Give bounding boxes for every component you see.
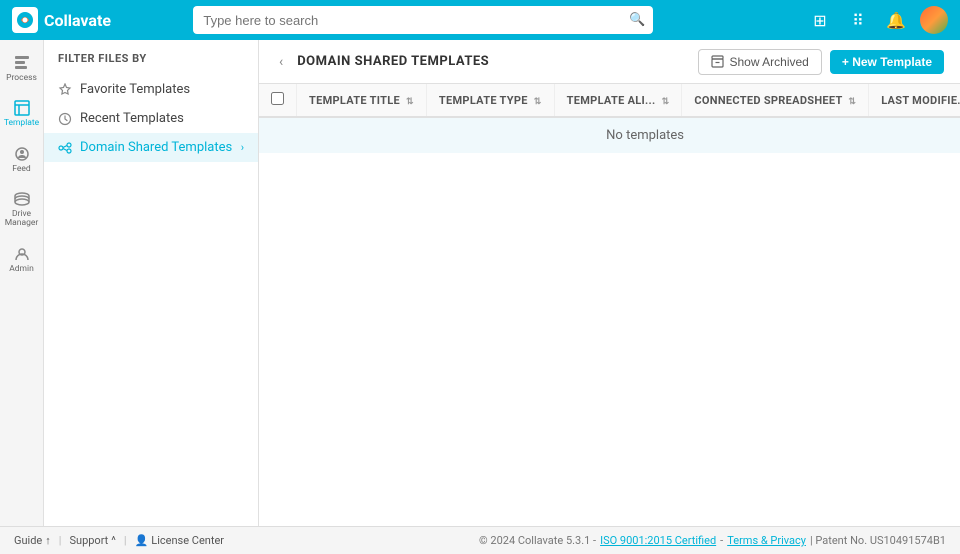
- sort-icon-type: ⇅: [534, 97, 542, 107]
- footer: Guide ↑ | Support ^ | 👤 License Center ©…: [0, 526, 960, 554]
- table-header-row: TEMPLATE TITLE ⇅ TEMPLATE TYPE ⇅ TEMPLAT…: [259, 84, 960, 117]
- search-icon: 🔍: [629, 13, 645, 28]
- footer-sep-1: |: [59, 534, 62, 547]
- footer-sep-2: |: [124, 534, 127, 547]
- nav-label-template: Template: [4, 119, 39, 128]
- nav-label-process: Process: [6, 74, 37, 83]
- templates-table: TEMPLATE TITLE ⇅ TEMPLATE TYPE ⇅ TEMPLAT…: [259, 84, 960, 153]
- guide-link[interactable]: Guide ↑: [14, 534, 51, 547]
- nav-label-drive-manager: Drive Manager: [5, 210, 39, 229]
- grid-icon[interactable]: ⠿: [844, 6, 872, 34]
- footer-dash: -: [720, 534, 723, 547]
- logo-icon: [12, 7, 38, 33]
- left-nav: Process Template Feed Drive M: [0, 40, 44, 526]
- guide-icon: ↑: [45, 534, 51, 547]
- apps-icon[interactable]: ⊞: [806, 6, 834, 34]
- logo[interactable]: Collavate: [12, 7, 111, 33]
- nav-label-admin: Admin: [9, 265, 34, 274]
- select-all-checkbox[interactable]: [271, 92, 284, 105]
- support-icon: ^: [111, 534, 116, 547]
- license-link[interactable]: 👤 License Center: [135, 534, 224, 547]
- footer-right: © 2024 Collavate 5.3.1 - ISO 9001:2015 C…: [479, 534, 946, 547]
- footer-left: Guide ↑ | Support ^ | 👤 License Center: [14, 534, 224, 547]
- sort-icon-title: ⇅: [406, 97, 414, 107]
- notifications-icon[interactable]: 🔔: [882, 6, 910, 34]
- support-link[interactable]: Support ^: [69, 534, 115, 547]
- no-data-row: No templates: [259, 117, 960, 153]
- nav-item-process[interactable]: Process: [2, 48, 42, 89]
- nav-item-template[interactable]: Template: [2, 93, 42, 134]
- show-archived-label: Show Archived: [729, 55, 808, 69]
- new-template-button[interactable]: + New Template: [830, 50, 944, 74]
- topbar: Collavate 🔍 ⊞ ⠿ 🔔: [0, 0, 960, 40]
- th-connected-spreadsheet[interactable]: CONNECTED SPREADSHEET ⇅: [682, 84, 869, 117]
- sidebar-label-domain: Domain Shared Templates: [80, 140, 232, 155]
- nav-label-feed: Feed: [12, 165, 30, 174]
- sidebar-label-favorite: Favorite Templates: [80, 82, 190, 97]
- page-title: DOMAIN SHARED TEMPLATES: [297, 54, 688, 69]
- avatar[interactable]: [920, 6, 948, 34]
- copyright-text: © 2024 Collavate 5.3.1 -: [479, 534, 596, 547]
- patent-text: | Patent No. US10491574B1: [810, 534, 946, 547]
- license-label: License Center: [151, 534, 224, 547]
- sidebar-item-favorite-templates[interactable]: Favorite Templates: [44, 75, 258, 104]
- no-data-message: No templates: [606, 128, 684, 143]
- show-archived-button[interactable]: Show Archived: [698, 49, 821, 75]
- logo-text: Collavate: [44, 11, 111, 30]
- search-bar: 🔍: [193, 6, 653, 34]
- sidebar-item-recent-templates[interactable]: Recent Templates: [44, 104, 258, 133]
- chevron-right-icon: ›: [241, 141, 244, 154]
- sort-icon-spreadsheet: ⇅: [848, 97, 856, 107]
- sidebar: FILTER FILES BY Favorite Templates Recen…: [44, 40, 259, 526]
- no-data-checkbox-cell: [259, 117, 297, 153]
- sidebar-filter-label: FILTER FILES BY: [44, 52, 258, 75]
- search-input[interactable]: [193, 6, 653, 34]
- back-button[interactable]: ‹: [275, 50, 287, 74]
- th-template-alias[interactable]: TEMPLATE ALI... ⇅: [554, 84, 682, 117]
- content: ‹ DOMAIN SHARED TEMPLATES Show Archived …: [259, 40, 960, 526]
- sidebar-label-recent: Recent Templates: [80, 111, 184, 126]
- th-last-modified[interactable]: LAST MODIFIE... ⇅: [869, 84, 960, 117]
- support-label: Support: [69, 534, 108, 547]
- main: Process Template Feed Drive M: [0, 40, 960, 526]
- no-data-cell: No templates: [297, 117, 960, 153]
- nav-item-drive-manager[interactable]: Drive Manager: [2, 184, 42, 235]
- new-template-label: + New Template: [842, 55, 932, 69]
- table-container: TEMPLATE TITLE ⇅ TEMPLATE TYPE ⇅ TEMPLAT…: [259, 84, 960, 526]
- iso-link[interactable]: ISO 9001:2015 Certified: [600, 534, 716, 547]
- content-header: ‹ DOMAIN SHARED TEMPLATES Show Archived …: [259, 40, 960, 84]
- license-icon: 👤: [135, 534, 149, 547]
- nav-item-admin[interactable]: Admin: [2, 239, 42, 280]
- th-template-title[interactable]: TEMPLATE TITLE ⇅: [297, 84, 427, 117]
- terms-link[interactable]: Terms & Privacy: [727, 534, 806, 547]
- th-checkbox: [259, 84, 297, 117]
- archive-icon: [711, 55, 724, 68]
- guide-label: Guide: [14, 534, 42, 547]
- sidebar-item-domain-shared-templates[interactable]: Domain Shared Templates ›: [44, 133, 258, 162]
- th-template-type[interactable]: TEMPLATE TYPE ⇅: [426, 84, 554, 117]
- topbar-right: ⊞ ⠿ 🔔: [806, 6, 948, 34]
- header-actions: Show Archived + New Template: [698, 49, 944, 75]
- sort-icon-alias: ⇅: [662, 97, 670, 107]
- nav-item-feed[interactable]: Feed: [2, 139, 42, 180]
